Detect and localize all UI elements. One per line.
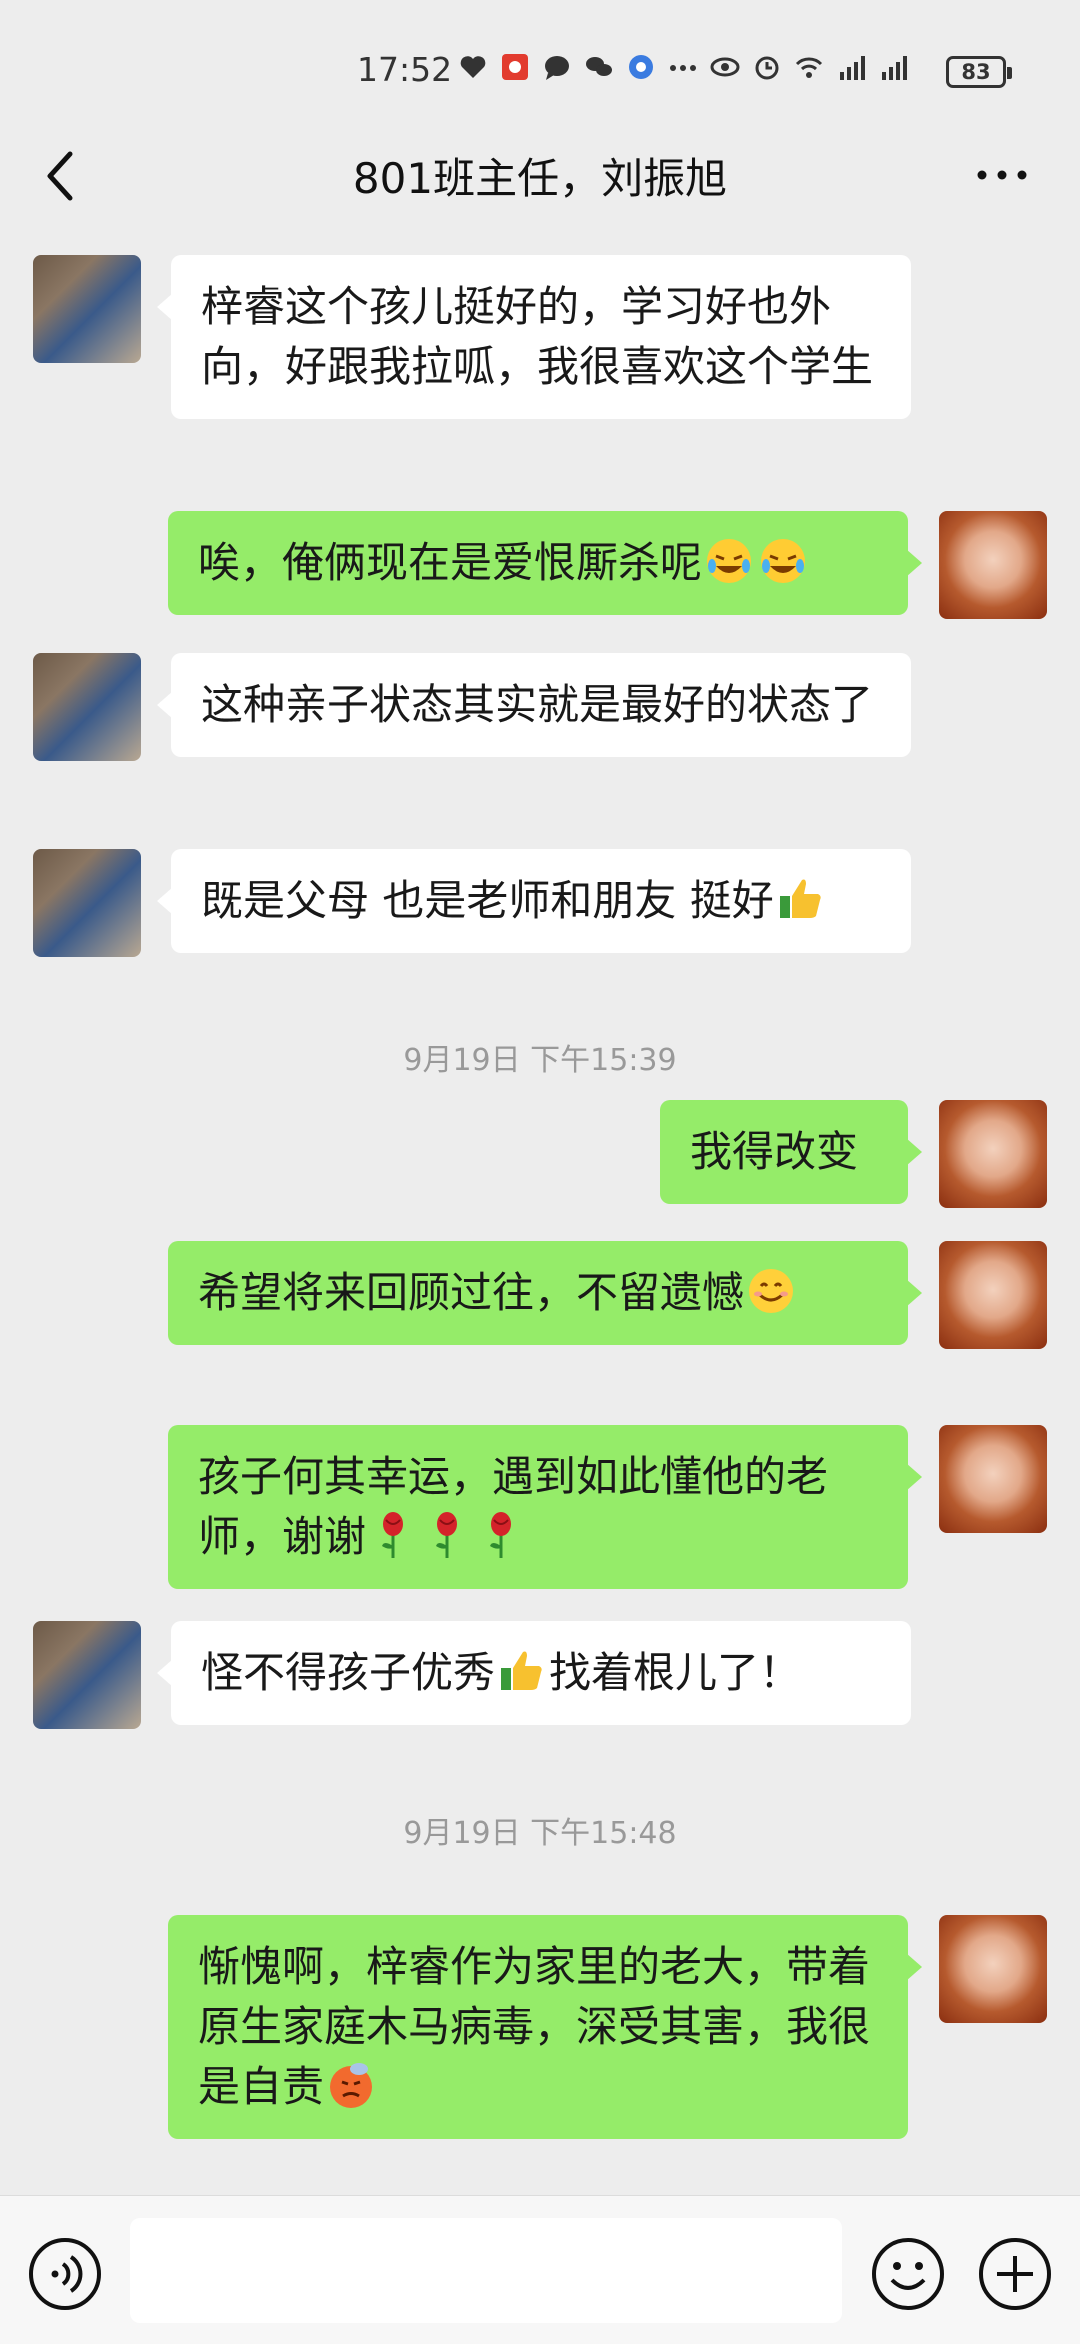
laughing-crying-emoji-icon <box>761 539 806 583</box>
message-text: 我得改变 <box>690 1127 859 1176</box>
timestamp: 9月19日 下午15:48 <box>403 1816 677 1851</box>
message-bubble-sent[interactable]: 孩子何其幸运，遇到如此懂他的老师，谢谢 <box>168 1425 922 1589</box>
message-bubble-sent[interactable]: 唉，俺俩现在是爱恨厮杀呢 <box>168 511 922 615</box>
awkward-emoji-icon <box>330 2063 373 2108</box>
message-text: 唉，俺俩现在是爱恨厮杀呢 <box>198 538 703 587</box>
alarm-icon <box>755 56 779 80</box>
message-text: 怪不得孩子优秀 <box>201 1648 496 1697</box>
status-icons <box>458 52 908 82</box>
heart-icon <box>460 56 486 78</box>
message-text: 梓睿这个孩儿挺好的，学习好也外向，好跟我拉呱，我很喜欢这个学生 <box>201 282 874 391</box>
wechat-icon <box>586 57 612 76</box>
message-bubble-sent[interactable]: 我得改变 <box>660 1100 922 1204</box>
rose-emoji-icon <box>490 1512 512 1558</box>
status-bar: 17:52 83 <box>0 0 1080 140</box>
battery-indicator: 83 <box>946 56 1012 88</box>
smile-emoji-icon <box>749 1269 794 1313</box>
contact-avatar[interactable] <box>33 849 141 957</box>
more-dots-icon <box>670 65 696 71</box>
emoji-picker-icon[interactable] <box>870 2236 946 2312</box>
message-text: 既是父母 也是老师和朋友 挺好 <box>201 876 774 925</box>
message-text: 希望将来回顾过往，不留遗憾 <box>198 1268 745 1317</box>
input-bar <box>0 2195 1080 2344</box>
rose-emoji-icon <box>436 1512 458 1558</box>
message-bubble-received[interactable]: 既是父母 也是老师和朋友 挺好 <box>157 849 911 953</box>
browser-icon <box>629 55 653 79</box>
message-text-continued: 找着根儿了！ <box>549 1648 802 1697</box>
message-bubble-received[interactable]: 怪不得孩子优秀 找着根儿了！ <box>157 1621 911 1725</box>
rose-emoji-icon <box>382 1512 404 1558</box>
message-icon <box>545 56 569 80</box>
app-icon <box>502 54 528 80</box>
message-text: 惭愧啊，梓睿作为家里的老大，带着原生家庭木马病毒，深受其害，我很是自责 <box>198 1942 871 2111</box>
plus-more-icon[interactable] <box>977 2236 1053 2312</box>
my-avatar[interactable] <box>939 511 1047 619</box>
my-avatar[interactable] <box>939 1425 1047 1533</box>
voice-input-icon[interactable] <box>27 2236 103 2312</box>
signal-5g-icon <box>840 56 865 80</box>
message-list[interactable]: 梓睿这个孩儿挺好的，学习好也外向，好跟我拉呱，我很喜欢这个学生 唉，俺俩现在是爱… <box>0 235 1080 2195</box>
timestamp: 9月19日 下午15:39 <box>403 1043 677 1078</box>
eye-icon <box>710 57 740 77</box>
wifi-icon <box>795 57 823 78</box>
message-bubble-received[interactable]: 梓睿这个孩儿挺好的，学习好也外向，好跟我拉呱，我很喜欢这个学生 <box>157 255 911 419</box>
my-avatar[interactable] <box>939 1100 1047 1208</box>
chat-title: 801班主任，刘振旭 <box>352 154 728 203</box>
message-bubble-sent[interactable]: 惭愧啊，梓睿作为家里的老大，带着原生家庭木马病毒，深受其害，我很是自责 <box>168 1915 922 2139</box>
message-bubble-sent[interactable]: 希望将来回顾过往，不留遗憾 <box>168 1241 922 1345</box>
contact-avatar[interactable] <box>33 1621 141 1729</box>
message-bubble-received[interactable]: 这种亲子状态其实就是最好的状态了 <box>157 653 911 757</box>
laughing-crying-emoji-icon <box>707 539 752 583</box>
status-time: 17:52 <box>357 50 453 89</box>
thumbs-up-emoji-icon <box>501 1651 542 1690</box>
my-avatar[interactable] <box>939 1915 1047 2023</box>
contact-avatar[interactable] <box>33 653 141 761</box>
more-options-icon[interactable] <box>972 160 1032 190</box>
signal-5g-icon-2 <box>882 56 907 80</box>
my-avatar[interactable] <box>939 1241 1047 1349</box>
contact-avatar[interactable] <box>33 255 141 363</box>
message-text: 这种亲子状态其实就是最好的状态了 <box>201 680 874 729</box>
thumbs-up-emoji-icon <box>779 879 821 918</box>
message-input[interactable] <box>130 2218 842 2323</box>
chat-header: 801班主任，刘振旭 <box>0 120 1080 235</box>
